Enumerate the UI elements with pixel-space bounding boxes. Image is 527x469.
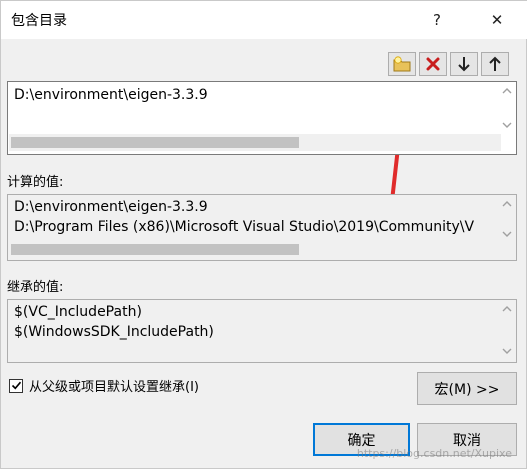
help-icon: ? xyxy=(433,11,441,29)
vertical-scrollbar[interactable] xyxy=(500,197,514,243)
inherit-checkbox[interactable]: 从父级或项目默认设置继承(I) xyxy=(9,376,199,395)
list-item: $(VC_IncludePath) xyxy=(14,304,142,320)
list-item: D:\Program Files (x86)\Microsoft Visual … xyxy=(14,219,475,235)
delete-icon xyxy=(426,57,440,71)
move-down-button[interactable] xyxy=(450,52,478,76)
horizontal-scrollbar[interactable] xyxy=(9,134,501,151)
evaluated-value-label: 计算的值: xyxy=(7,175,64,190)
horizontal-scrollbar[interactable] xyxy=(9,241,501,258)
evaluated-value-list: D:\environment\eigen-3.3.9 D:\Program Fi… xyxy=(7,194,517,261)
help-button[interactable]: ? xyxy=(414,1,460,39)
vertical-scrollbar[interactable] xyxy=(500,84,514,134)
watermark: https://blog.csdn.net/Xupixe xyxy=(356,447,512,460)
vertical-scrollbar[interactable] xyxy=(500,302,514,360)
scroll-thumb[interactable] xyxy=(11,244,299,255)
inherited-value-list: $(VC_IncludePath) $(WindowsSDK_IncludePa… xyxy=(7,299,517,363)
scroll-down-icon[interactable] xyxy=(500,118,514,132)
delete-line-button[interactable] xyxy=(419,52,447,76)
new-line-button[interactable] xyxy=(388,52,416,76)
checkbox-box[interactable] xyxy=(9,378,23,393)
list-item[interactable]: D:\environment\eigen-3.3.9 xyxy=(14,87,208,103)
move-up-icon xyxy=(489,56,501,71)
scroll-down-icon[interactable] xyxy=(500,227,514,241)
window-title: 包含目录 xyxy=(11,13,67,29)
move-up-button[interactable] xyxy=(481,52,509,76)
scroll-down-icon[interactable] xyxy=(500,344,514,358)
scroll-up-icon[interactable] xyxy=(500,197,514,211)
inherited-value-label: 继承的值: xyxy=(7,280,64,295)
scroll-up-icon[interactable] xyxy=(500,84,514,98)
move-down-icon xyxy=(458,57,470,72)
close-icon: ✕ xyxy=(490,11,504,29)
include-directories-dialog: 包含目录 ? ✕ D:\environment\eigen-3.3.9 计算的值… xyxy=(0,0,527,469)
inherit-checkbox-label: 从父级或项目默认设置继承(I) xyxy=(29,380,199,395)
include-paths-list[interactable]: D:\environment\eigen-3.3.9 xyxy=(7,81,517,155)
title-bar: 包含目录 ? ✕ xyxy=(1,1,527,39)
scroll-thumb[interactable] xyxy=(11,137,299,148)
macros-button[interactable]: 宏(M) >> xyxy=(417,372,517,405)
close-button[interactable]: ✕ xyxy=(474,1,520,39)
list-item: D:\environment\eigen-3.3.9 xyxy=(14,199,208,215)
list-item: $(WindowsSDK_IncludePath) xyxy=(14,324,214,340)
list-toolbar xyxy=(388,52,509,76)
scroll-up-icon[interactable] xyxy=(500,302,514,316)
new-folder-icon xyxy=(393,56,411,72)
checkmark-icon xyxy=(11,381,21,390)
